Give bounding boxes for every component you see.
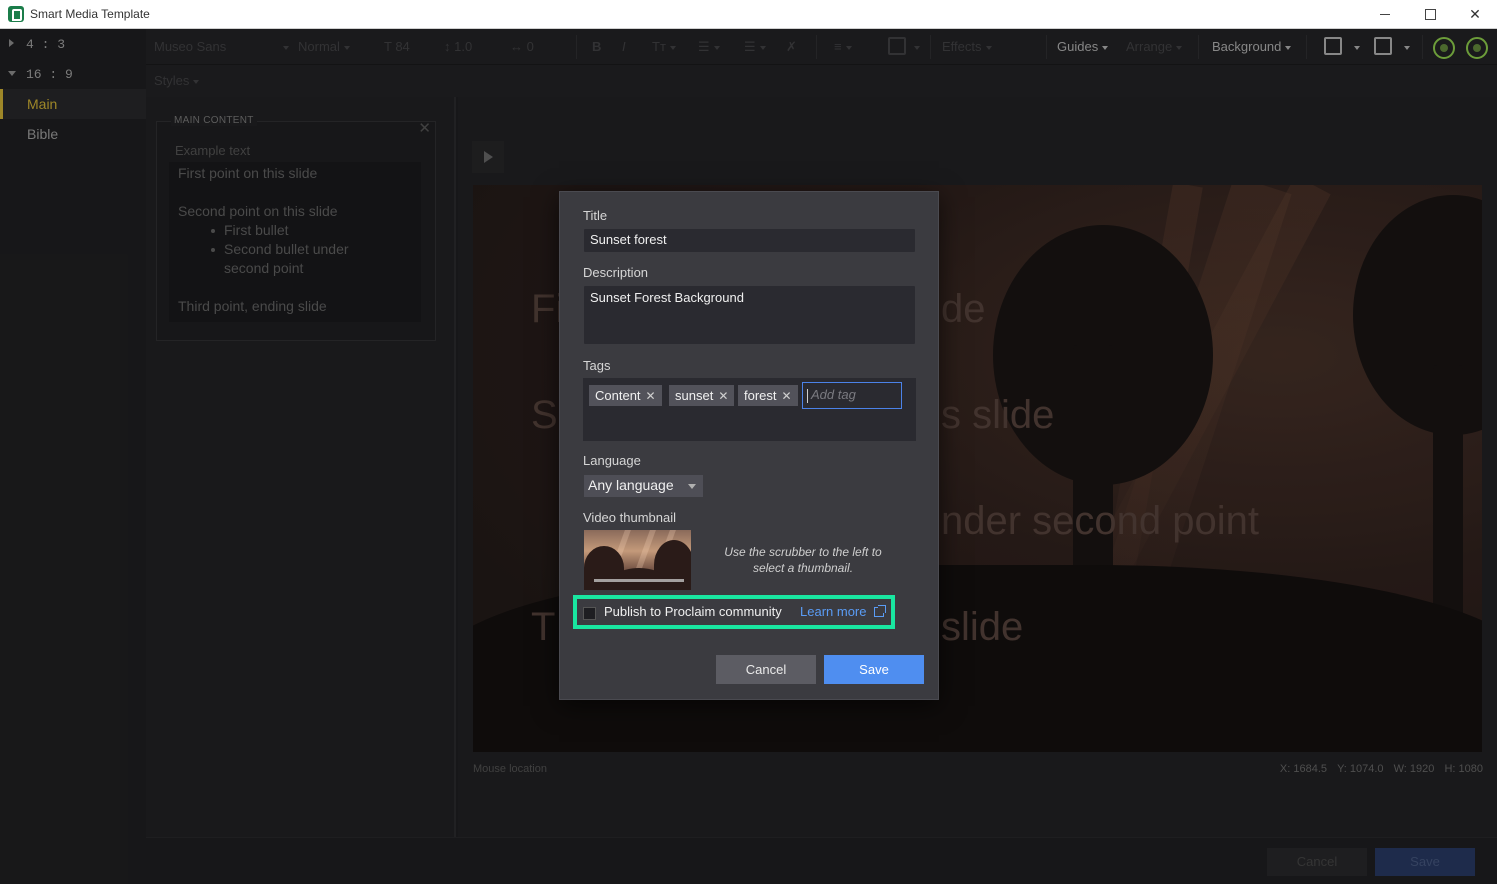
window-titlebar: Smart Media Template ✕: [0, 0, 1497, 29]
external-link-icon[interactable]: [874, 605, 886, 617]
tag-chip: sunset ✕: [669, 385, 735, 406]
add-tag-input[interactable]: Add tag: [802, 382, 902, 409]
chevron-down-icon: [688, 484, 696, 489]
cancel-button[interactable]: Cancel: [716, 655, 816, 684]
save-button[interactable]: Save: [824, 655, 924, 684]
publish-checkbox[interactable]: [583, 607, 596, 620]
description-textarea[interactable]: Sunset Forest Background: [584, 286, 915, 344]
publish-option-highlight: Publish to Proclaim community Learn more: [573, 595, 895, 629]
app-logo-icon: [8, 6, 24, 22]
description-label: Description: [583, 265, 649, 280]
publish-dialog: Title Sunset forest Description Sunset F…: [559, 191, 939, 700]
tag-label: forest: [744, 388, 777, 403]
tag-chip: Content ✕: [589, 385, 662, 406]
video-thumbnail-image[interactable]: [584, 530, 691, 590]
remove-tag-icon[interactable]: ✕: [782, 389, 792, 403]
tags-label: Tags: [583, 358, 611, 373]
minimize-button[interactable]: [1362, 0, 1408, 29]
tag-label: Content: [595, 388, 641, 403]
publish-label[interactable]: Publish to Proclaim community: [604, 604, 782, 619]
remove-tag-icon[interactable]: ✕: [646, 389, 656, 403]
maximize-button[interactable]: [1407, 0, 1453, 29]
tag-label: sunset: [675, 388, 714, 403]
tags-field[interactable]: Content ✕ sunset ✕ forest ✕ Add tag: [583, 378, 916, 441]
close-window-button[interactable]: ✕: [1452, 0, 1497, 29]
video-thumbnail-label: Video thumbnail: [583, 510, 676, 525]
add-tag-placeholder: Add tag: [811, 387, 856, 402]
title-label: Title: [583, 208, 608, 223]
thumbnail-scrubber[interactable]: [594, 579, 684, 582]
language-value: Any language: [588, 477, 674, 493]
title-input[interactable]: Sunset forest: [584, 229, 915, 252]
window-title: Smart Media Template: [30, 7, 150, 21]
thumbnail-hint: Use the scrubber to the left to select a…: [724, 545, 882, 575]
remove-tag-icon[interactable]: ✕: [718, 389, 728, 403]
language-select[interactable]: Any language: [584, 475, 703, 497]
language-label: Language: [583, 453, 641, 468]
tag-chip: forest ✕: [738, 385, 798, 406]
learn-more-link[interactable]: Learn more: [800, 604, 866, 619]
